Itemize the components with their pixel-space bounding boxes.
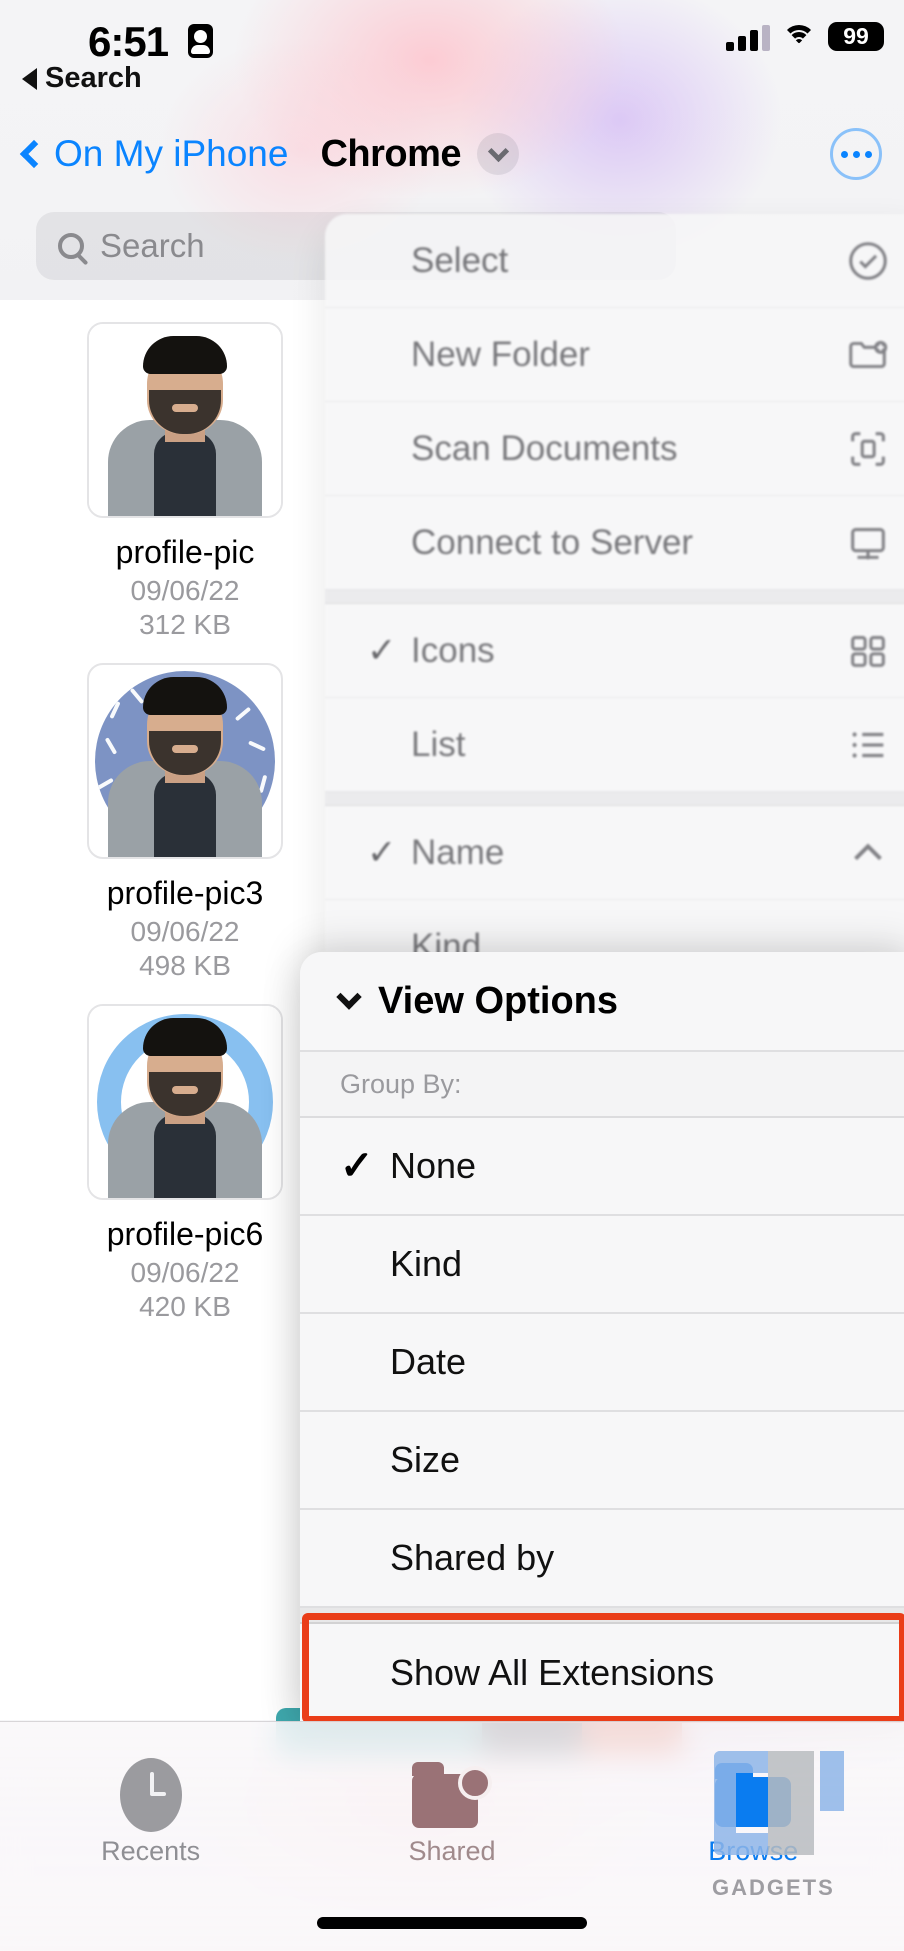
scan-document-icon [845, 426, 891, 472]
menu-item-connect-to-server[interactable]: Connect to Server [325, 496, 904, 590]
view-options-title: View Options [378, 979, 619, 1022]
file-item[interactable]: profile-pic 09/06/22 312 KB [0, 300, 370, 641]
view-option-label: Kind [390, 1243, 463, 1284]
status-indicators: 99 [726, 22, 884, 51]
title-dropdown-button[interactable] [477, 133, 520, 175]
file-date: 09/06/22 [130, 916, 240, 947]
clock-icon [0, 1756, 301, 1834]
menu-item-label: Icons [411, 630, 495, 670]
status-back-to-search[interactable]: Search [22, 62, 142, 95]
grid-icon [845, 628, 891, 674]
tab-shared[interactable]: Shared [301, 1756, 602, 1867]
view-option-label: None [390, 1145, 477, 1186]
watermark-logo-accent [820, 1751, 844, 1811]
watermark-text: GADGETS [712, 1875, 835, 1900]
menu-item-label: Select [411, 240, 509, 280]
list-icon [845, 722, 891, 768]
view-option-shared-by[interactable]: Shared by [300, 1510, 904, 1608]
menu-check: ✓ [367, 832, 397, 872]
menu-item-select[interactable]: Select [325, 214, 904, 308]
watermark-logo-bar [768, 1751, 814, 1855]
ellipsis-dot [840, 150, 848, 158]
file-thumbnail [87, 663, 283, 859]
chevron-down-icon [336, 983, 362, 1010]
file-name: profile-pic [115, 534, 255, 570]
chevron-up-icon [845, 830, 891, 876]
show-all-extensions-item[interactable]: Show All Extensions [300, 1624, 904, 1722]
triangle-left-icon [22, 67, 37, 90]
view-option-label: Shared by [390, 1537, 555, 1578]
menu-check: ✓ [367, 630, 397, 670]
menu-item-label: List [411, 724, 466, 764]
search-placeholder: Search [100, 227, 205, 264]
file-thumbnail [87, 1004, 283, 1200]
status-bar: 6:51 Search 99 [0, 0, 904, 100]
file-date: 09/06/22 [130, 575, 240, 606]
tab-label: Shared [408, 1836, 496, 1866]
person-badge-icon [188, 24, 213, 58]
battery-level: 99 [828, 22, 884, 51]
tab-label: Recents [101, 1836, 201, 1866]
ellipsis-dot [864, 150, 872, 158]
more-options-button[interactable] [830, 128, 882, 180]
view-option-label: Size [390, 1439, 461, 1480]
menu-item-icons[interactable]: ✓ Icons [325, 604, 904, 698]
menu-item-label: Scan Documents [411, 428, 678, 468]
home-indicator [317, 1917, 587, 1929]
status-time: 6:51 [88, 18, 169, 65]
page-title: Chrome [320, 132, 462, 175]
file-item[interactable]: profile-pic3 09/06/22 498 KB [0, 641, 370, 982]
navigation-bar: On My iPhone Chrome [0, 118, 904, 190]
menu-item-scan-documents[interactable]: Scan Documents [325, 402, 904, 496]
file-name: profile-pic3 [106, 875, 264, 911]
view-option-date[interactable]: Date [300, 1314, 904, 1412]
show-all-extensions-label: Show All Extensions [390, 1652, 715, 1693]
search-icon [58, 233, 84, 259]
tab-recents[interactable]: Recents [0, 1756, 301, 1867]
back-button[interactable]: On My iPhone [19, 133, 289, 175]
display-icon [845, 520, 891, 566]
ellipsis-dot [852, 150, 860, 158]
menu-item-label: Name [411, 832, 505, 872]
file-size: 312 KB [139, 609, 231, 640]
menu-item-name[interactable]: ✓ Name [325, 806, 904, 900]
menu-item-list[interactable]: List [325, 698, 904, 792]
chevron-left-icon [19, 139, 49, 169]
folder-plus-icon [845, 332, 891, 378]
status-back-label: Search [45, 62, 142, 94]
folder-person-icon [301, 1756, 602, 1834]
file-thumbnail [87, 322, 283, 518]
checkmark-icon: ✓ [340, 1144, 374, 1188]
view-option-kind[interactable]: Kind [300, 1216, 904, 1314]
context-menu: Select New Folder Scan Documents Connect… [325, 214, 904, 994]
view-option-size[interactable]: Size [300, 1412, 904, 1510]
menu-group-divider [325, 792, 904, 806]
menu-group-divider [325, 590, 904, 604]
back-button-label: On My iPhone [54, 133, 289, 174]
checkmark-circle-icon [845, 238, 891, 284]
view-option-label: Date [390, 1341, 467, 1382]
menu-item-label: New Folder [411, 334, 590, 374]
wifi-icon [782, 25, 816, 51]
iphone-screen: 6:51 Search 99 On My iPhone Chrome Searc… [0, 0, 904, 1951]
view-options-header[interactable]: View Options [300, 952, 904, 1052]
chevron-down-icon [487, 140, 509, 162]
cellular-bars-icon [726, 25, 770, 51]
menu-item-new-folder[interactable]: New Folder [325, 308, 904, 402]
menu-item-label: Connect to Server [411, 522, 694, 562]
view-options-menu: View Options Group By: ✓ None Kind Date … [300, 952, 904, 1722]
watermark: GADGETS [708, 1741, 888, 1911]
view-option-none[interactable]: ✓ None [300, 1118, 904, 1216]
group-by-label: Group By: [300, 1052, 904, 1118]
menu-group-divider [300, 1608, 904, 1624]
